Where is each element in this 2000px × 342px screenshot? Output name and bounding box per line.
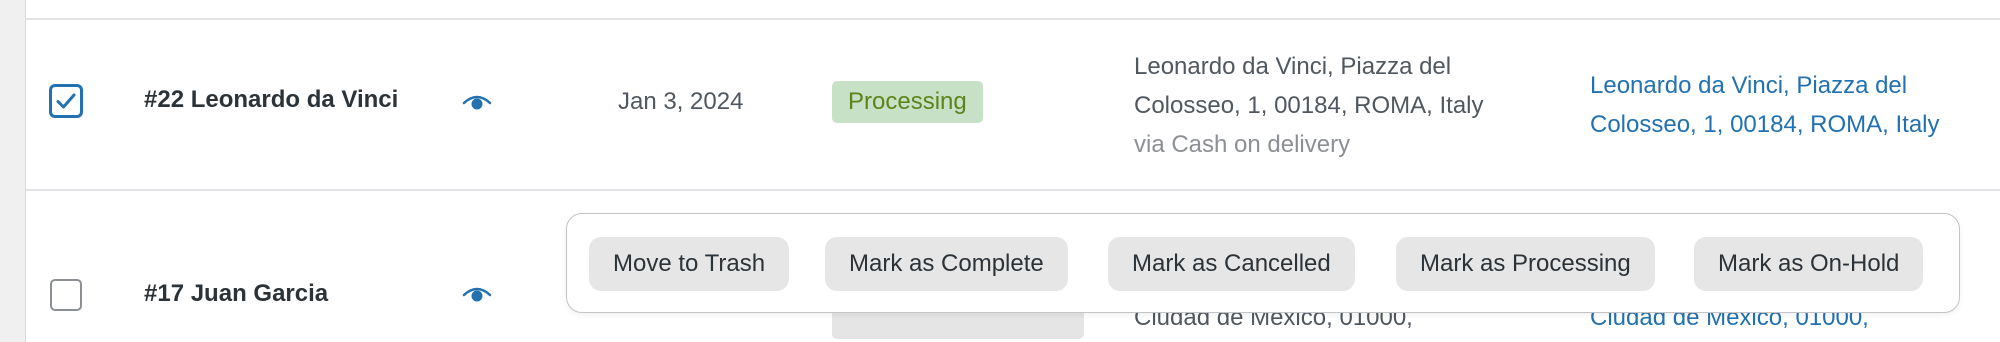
shipping-address-link[interactable]: Leonardo da Vinci, Piazza del Colosseo, … [1590,66,2000,144]
order-row[interactable]: #22 Leonardo da Vinci Jan 3, 2024 Proces… [26,20,2000,189]
admin-sidebar-edge [0,0,26,342]
bulk-actions-bar: Move to Trash Mark as Complete Mark as C… [566,213,1960,313]
mark-cancelled-button[interactable]: Mark as Cancelled [1108,237,1355,291]
payment-method: via Cash on delivery [1134,131,1351,158]
billing-address: Leonardo da Vinci, Piazza del Colosseo, … [1134,47,1554,164]
order-date: Jan 3, 2024 [618,88,744,115]
move-to-trash-button[interactable]: Move to Trash [589,237,790,291]
mark-complete-button[interactable]: Mark as Complete [825,237,1068,291]
billing-line: Leonardo da Vinci, Piazza del [1134,53,1452,80]
mark-on-hold-button[interactable]: Mark as On-Hold [1694,237,1924,291]
shipping-line[interactable]: Leonardo da Vinci, Piazza del [1590,66,2000,105]
status-badge: Processing [832,81,983,123]
checkmark-icon [56,93,76,109]
eye-icon[interactable] [462,285,492,305]
order-title-link[interactable]: #17 Juan Garcia [144,280,328,308]
billing-line: Colosseo, 1, 00184, ROMA, Italy [1134,92,1484,119]
order-title-link[interactable]: #22 Leonardo da Vinci [144,86,398,114]
eye-icon[interactable] [462,93,492,113]
mark-processing-button[interactable]: Mark as Processing [1396,237,1655,291]
row-checkbox[interactable] [50,279,82,311]
row-checkbox[interactable] [50,85,82,117]
shipping-line[interactable]: Colosseo, 1, 00184, ROMA, Italy [1590,105,2000,144]
